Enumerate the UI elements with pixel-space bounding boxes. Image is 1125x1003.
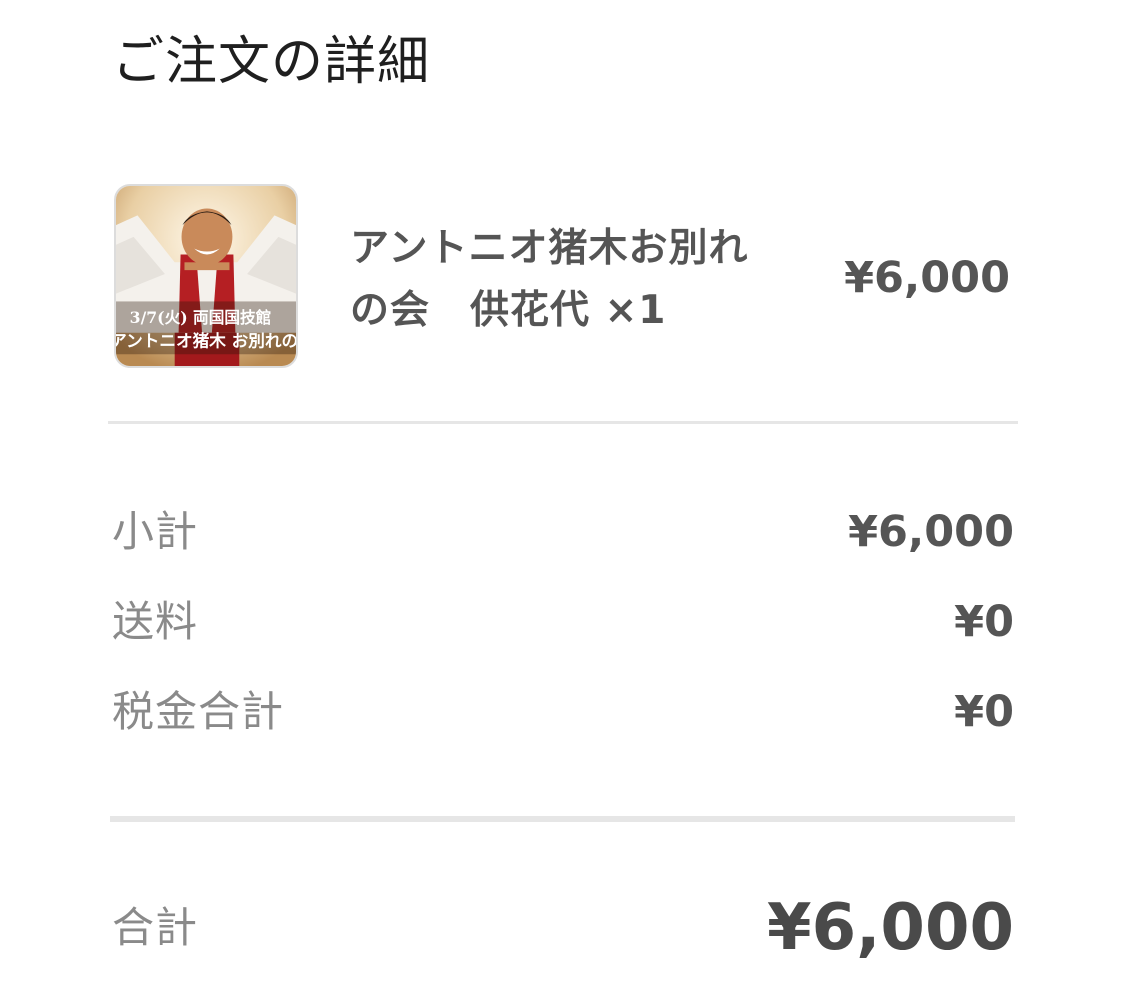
item-price: ¥6,000 — [844, 253, 1010, 303]
divider — [110, 816, 1015, 822]
tax-value: ¥0 — [954, 687, 1014, 737]
item-name: アントニオ猪木お別れの会 供花代 — [350, 226, 749, 333]
thumbnail-caption-1: 3/7(火) 両国国技館 — [130, 308, 272, 327]
tax-label: 税金合計 — [112, 687, 285, 736]
product-thumbnail: 3/7(火) 両国国技館 アントニオ猪木 お別れの会 — [114, 184, 298, 368]
order-item: 3/7(火) 両国国技館 アントニオ猪木 お別れの会 アントニオ猪木お別れの会 … — [112, 184, 1012, 370]
product-photo-icon: 3/7(火) 両国国技館 アントニオ猪木 お別れの会 — [116, 186, 296, 366]
thumbnail-caption-2: アントニオ猪木 お別れの会 — [116, 330, 296, 350]
item-name-block: アントニオ猪木お別れの会 供花代 ×1 — [350, 218, 770, 342]
tax-row: 税金合計 ¥0 — [112, 682, 1014, 742]
page-title: ご注文の詳細 — [112, 32, 431, 92]
subtotal-label: 小計 — [112, 507, 199, 556]
shipping-row: 送料 ¥0 — [112, 592, 1014, 652]
shipping-label: 送料 — [112, 597, 199, 646]
item-quantity: ×1 — [590, 288, 667, 333]
total-label: 合計 — [112, 903, 199, 952]
total-row: 合計 ¥6,000 — [112, 886, 1014, 972]
subtotal-value: ¥6,000 — [848, 507, 1014, 557]
subtotal-row: 小計 ¥6,000 — [112, 502, 1014, 562]
shipping-value: ¥0 — [954, 597, 1014, 647]
divider — [108, 421, 1018, 424]
total-value: ¥6,000 — [767, 891, 1014, 965]
